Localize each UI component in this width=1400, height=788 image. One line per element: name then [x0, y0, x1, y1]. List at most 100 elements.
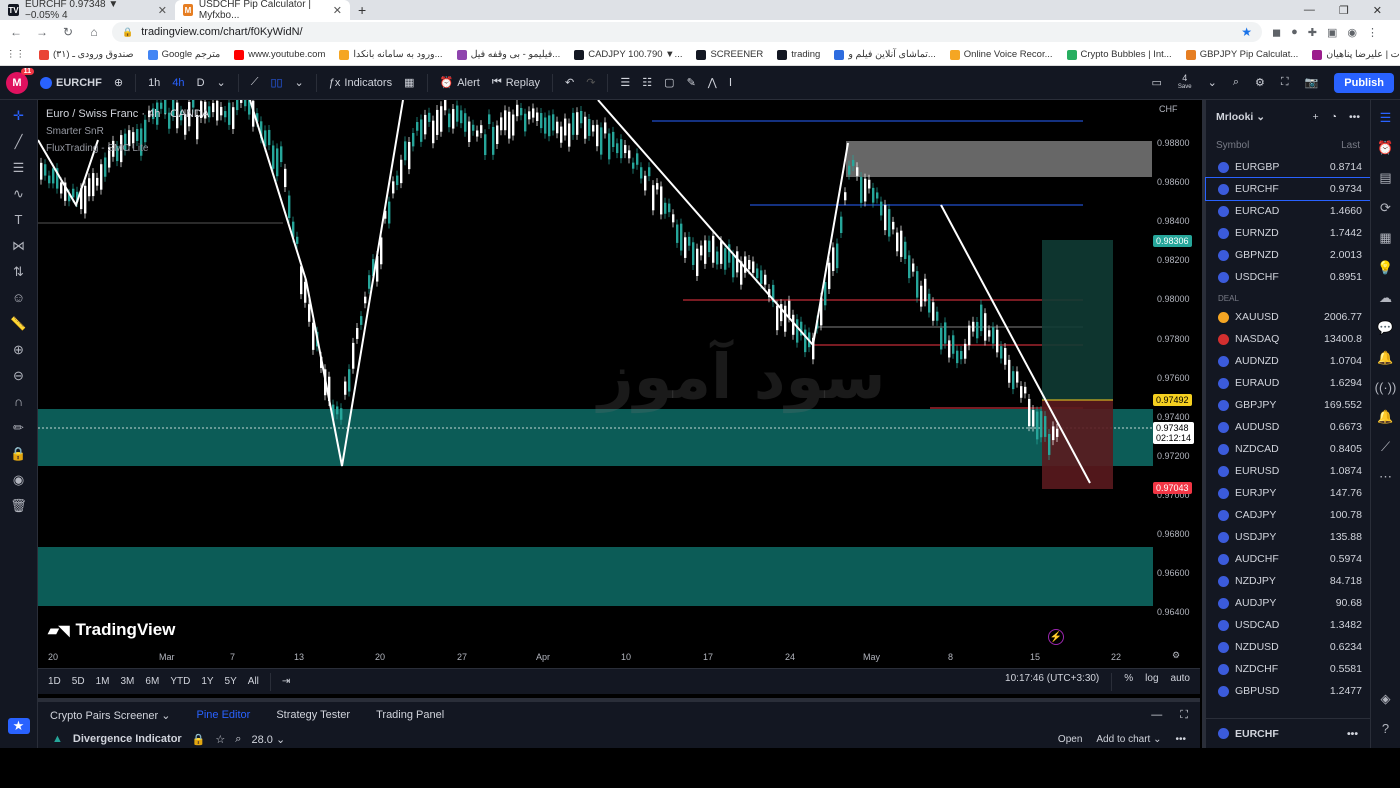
calendar-icon[interactable]: ▦: [1379, 230, 1391, 246]
templates-grid-icon[interactable]: ▦: [404, 76, 414, 89]
interval-d[interactable]: D: [197, 77, 205, 89]
favorites-star-icon[interactable]: ★: [7, 718, 30, 734]
gear-icon[interactable]: ⚙: [1172, 650, 1180, 661]
watchlist-row[interactable]: USDCAD 1.3482: [1206, 614, 1370, 636]
bookmark-star-icon[interactable]: ★: [1241, 25, 1252, 39]
bookmark-item[interactable]: Google مترجم: [147, 49, 220, 60]
range-1m[interactable]: 1M: [96, 676, 110, 687]
pattern-icon[interactable]: ∿: [13, 186, 24, 202]
watchlist-row[interactable]: EURNZD 1.7442: [1206, 222, 1370, 244]
open-button[interactable]: Open: [1058, 734, 1082, 745]
watchlist-row[interactable]: AUDNZD 1.0704: [1206, 350, 1370, 372]
signals-icon[interactable]: ((·)): [1375, 380, 1397, 395]
publish-button[interactable]: Publish: [1334, 72, 1394, 93]
minimize-icon[interactable]: —: [1304, 4, 1315, 17]
indicator-legend[interactable]: FluxTrading - SMC Lite: [46, 140, 209, 157]
position-target-zone[interactable]: [1042, 240, 1113, 400]
trend-icon[interactable]: ⟋: [1381, 439, 1390, 455]
search-icon[interactable]: ⌕: [235, 733, 241, 746]
zoom-in-icon[interactable]: ⊕: [13, 342, 24, 358]
range-1d[interactable]: 1D: [48, 676, 61, 687]
script-name[interactable]: Divergence Indicator: [73, 733, 182, 745]
layers-icon[interactable]: ◈: [1381, 691, 1391, 707]
tab-crypto-screener[interactable]: Crypto Pairs Screener ⌄: [50, 709, 171, 722]
notifications-icon[interactable]: 🔔: [1377, 350, 1393, 366]
watchlist-row[interactable]: GBPJPY 169.552: [1206, 394, 1370, 416]
zoom-out-icon[interactable]: ⊖: [13, 368, 24, 384]
new-tab-icon[interactable]: +: [350, 2, 374, 18]
bookmark-item[interactable]: آپارات | علیرضا پناهیان: [1312, 49, 1400, 60]
sidepanel-icon[interactable]: ▣: [1327, 26, 1337, 39]
fib-icon[interactable]: ☰: [13, 160, 25, 176]
log-scale-toggle[interactable]: log: [1145, 673, 1158, 691]
trend-line[interactable]: [812, 142, 849, 346]
ideas-bulb-icon[interactable]: 💡: [1377, 260, 1393, 276]
watchlist-row[interactable]: NZDCAD 0.8405: [1206, 438, 1370, 460]
range-5y[interactable]: 5Y: [225, 676, 237, 687]
more-dots-icon[interactable]: •••: [1175, 734, 1186, 745]
url-input[interactable]: 🔒 tradingview.com/chart/f0KyWidN/ ★: [112, 22, 1262, 42]
watchlist-section-label[interactable]: DEAL: [1206, 288, 1370, 306]
lock-icon[interactable]: 🔒: [192, 733, 206, 746]
more-dots-icon[interactable]: •••: [1349, 111, 1360, 123]
rectangle-icon[interactable]: ▢: [664, 76, 674, 89]
bookmark-item[interactable]: فیلیمو - بی وقفه فیل...: [456, 49, 560, 60]
help-icon[interactable]: ?: [1382, 721, 1389, 736]
favorite-star-icon[interactable]: ☆: [215, 733, 225, 746]
eye-icon[interactable]: ◉: [13, 472, 24, 488]
supply-demand-zone[interactable]: [38, 409, 1153, 466]
watchlist-row[interactable]: NZDJPY 84.718: [1206, 570, 1370, 592]
bookmark-item[interactable]: www.youtube.com: [234, 49, 325, 60]
fullscreen-icon[interactable]: ⛶: [1281, 76, 1289, 89]
forecast-icon[interactable]: ⋈: [12, 238, 25, 254]
watchlist-row[interactable]: CADJPY 100.78: [1206, 504, 1370, 526]
range-all[interactable]: All: [248, 676, 259, 687]
watchlist-row[interactable]: XAUUSD 2006.77: [1206, 306, 1370, 328]
search-icon[interactable]: ⌕: [1233, 76, 1239, 89]
gear-icon[interactable]: ⚙: [1255, 76, 1265, 89]
close-icon[interactable]: ✕: [158, 4, 167, 17]
bookmark-item[interactable]: ورود به سامانه بانکدا...: [339, 49, 443, 60]
watchlist-row[interactable]: NASDAQ 13400.8: [1206, 328, 1370, 350]
extension-icon[interactable]: ◼: [1272, 26, 1281, 39]
zoom-select[interactable]: 28.0 ⌄: [251, 733, 285, 746]
range-3m[interactable]: 3M: [121, 676, 135, 687]
magnet-icon[interactable]: ∩: [14, 394, 23, 410]
undo-icon[interactable]: ↶: [565, 76, 574, 89]
tab-pine-editor[interactable]: Pine Editor: [197, 709, 251, 721]
layout-icon[interactable]: ▭: [1152, 76, 1162, 89]
watchlist-row[interactable]: EURCHF 0.9734: [1205, 177, 1371, 201]
bell-icon[interactable]: 🔔: [1377, 409, 1393, 425]
text-icon[interactable]: T: [15, 212, 23, 228]
bookmark-item[interactable]: تماشای آنلاین فیلم و...: [834, 49, 936, 60]
more-dots-icon[interactable]: •••: [1347, 728, 1358, 740]
bookmark-item[interactable]: صندوق ورودی ـ (۳۱): [39, 49, 134, 60]
bookmark-item[interactable]: Crypto Bubbles | Int...: [1066, 49, 1172, 60]
back-icon[interactable]: ←: [8, 25, 24, 39]
bookmark-item[interactable]: SCREENER: [696, 49, 763, 60]
apps-grid-icon[interactable]: ⋮⋮: [6, 49, 25, 60]
indicator-legend[interactable]: Smarter SnR: [46, 123, 209, 140]
tab-strategy-tester[interactable]: Strategy Tester: [276, 709, 350, 721]
watchlist-row[interactable]: GBPUSD 1.2477: [1206, 680, 1370, 702]
watchlist-row[interactable]: AUDCHF 0.5974: [1206, 548, 1370, 570]
watchlist-row[interactable]: AUDJPY 90.68: [1206, 592, 1370, 614]
expand-panel-icon[interactable]: ⛶: [1180, 709, 1188, 722]
indicators-button[interactable]: ƒx Indicators: [329, 77, 392, 89]
watchlist-row[interactable]: EURAUD 1.6294: [1206, 372, 1370, 394]
go-to-date-icon[interactable]: ⇥: [282, 676, 290, 687]
range-1y[interactable]: 1Y: [201, 676, 213, 687]
chevron-down-icon[interactable]: ⌄: [217, 76, 226, 89]
hotlist-icon[interactable]: ⟳: [1380, 200, 1391, 216]
supply-box[interactable]: [846, 141, 1152, 177]
bookmark-item[interactable]: GBPJPY Pip Calculat...: [1185, 49, 1298, 60]
watchlist-row[interactable]: EURJPY 147.76: [1206, 482, 1370, 504]
window-close-icon[interactable]: ✕: [1373, 4, 1382, 17]
close-icon[interactable]: ✕: [333, 4, 342, 17]
watchlist-row[interactable]: NZDCHF 0.5581: [1206, 658, 1370, 680]
trash-icon[interactable]: 🗑: [10, 498, 27, 514]
symbol-details-header[interactable]: EURCHF •••: [1206, 718, 1370, 748]
compare-add-icon[interactable]: ⊕: [114, 76, 123, 89]
watchlist-row[interactable]: USDJPY 135.88: [1206, 526, 1370, 548]
brush-icon[interactable]: ✎: [687, 76, 696, 89]
